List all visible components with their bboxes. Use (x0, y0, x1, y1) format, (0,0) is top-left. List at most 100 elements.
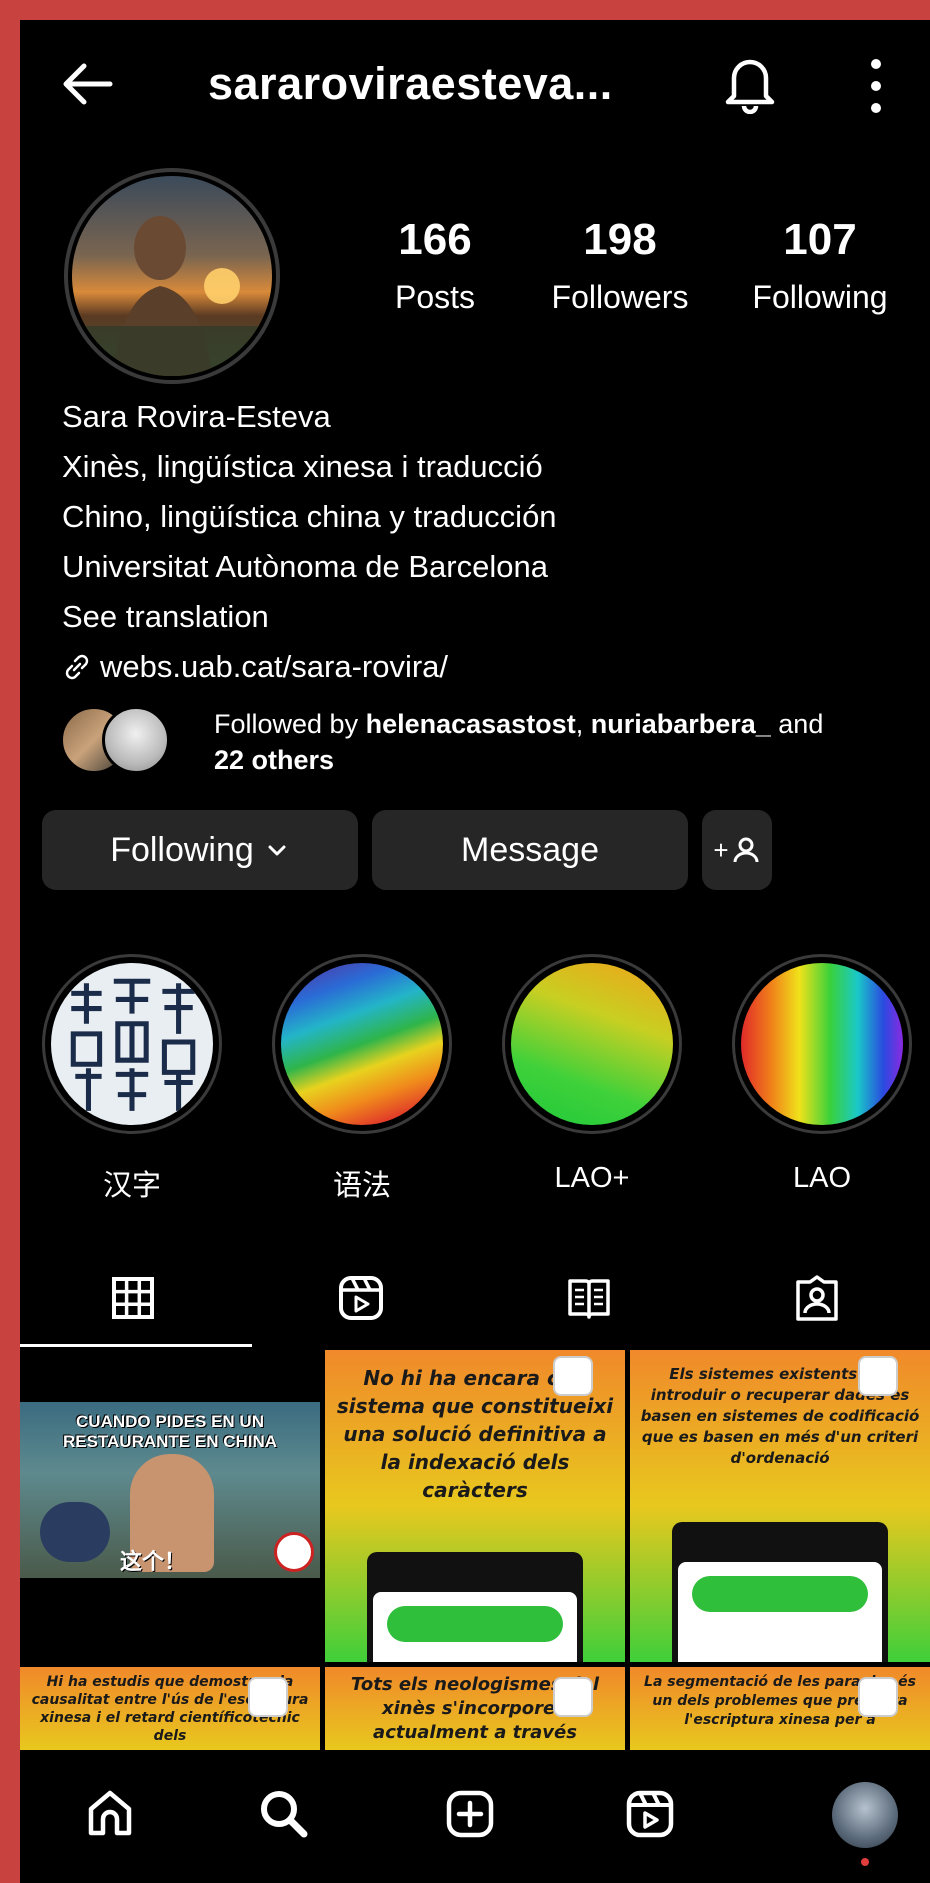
tagged-icon (796, 1275, 838, 1321)
tab-reels[interactable] (248, 1248, 474, 1348)
highlight-lao-plus[interactable]: LAO+ (500, 954, 684, 1195)
tab-guides[interactable] (476, 1248, 702, 1348)
bell-icon[interactable] (720, 50, 780, 114)
meme-top-text: CUANDO PIDES EN UN RESTAURANTE EN CHINA (62, 1412, 278, 1451)
reels-icon (339, 1276, 383, 1320)
stat-following[interactable]: 107 Following (730, 215, 910, 316)
profile-screen: sararoviraesteva... 166 Posts 198 Follow… (20, 20, 930, 1883)
separator: , (575, 709, 591, 739)
add-user-button[interactable]: + (702, 810, 772, 890)
carousel-badge-icon (553, 1356, 593, 1396)
stat-posts[interactable]: 166 Posts (370, 215, 500, 316)
post-tile[interactable]: No hi ha encara cap sistema que constitu… (325, 1350, 625, 1662)
meme-hand (40, 1502, 110, 1562)
message-button-label: Message (461, 830, 599, 869)
phone-mockup (367, 1552, 583, 1662)
phone-mockup (672, 1522, 888, 1662)
create-icon (446, 1790, 494, 1838)
followed-by-text: Followed by helenacasastost, nuriabarber… (214, 706, 914, 778)
post-tile[interactable]: CUANDO PIDES EN UN RESTAURANTE EN CHINA … (20, 1350, 320, 1662)
tab-tagged[interactable] (704, 1248, 930, 1348)
follower-avatar (102, 706, 170, 774)
more-vertical-icon[interactable] (868, 58, 884, 114)
bio-line: Universitat Autònoma de Barcelona (62, 549, 548, 584)
profile-tabs (20, 1248, 930, 1348)
stat-followers[interactable]: 198 Followers (530, 215, 710, 316)
followed-by-prefix: Followed by (214, 709, 366, 739)
others-count: 22 others (214, 745, 335, 775)
post-tile[interactable]: Hi ha estudis que demostren la causalita… (20, 1667, 320, 1750)
search-icon (261, 1791, 308, 1838)
profile-name: Sara Rovira-Esteva (62, 399, 331, 434)
highlight-hanzi[interactable]: 汉字 (40, 954, 224, 1204)
profile-avatar[interactable] (832, 1782, 898, 1848)
mockup-card (678, 1562, 882, 1662)
highlight-grammar[interactable]: 语法 (270, 954, 454, 1204)
posts-count: 166 (398, 215, 472, 264)
bio-line: Xinès, lingüística xinesa i traducció (62, 449, 543, 484)
mutual-follower-1: helenacasastost (365, 709, 576, 739)
website-url: webs.uab.cat/sara-rovira/ (100, 649, 449, 684)
chevron-down-icon (268, 845, 286, 856)
see-translation-link[interactable]: See translation (62, 592, 902, 642)
post-tile[interactable]: Els sistemes existents per introduir o r… (630, 1350, 930, 1662)
arrow-left-icon[interactable] (58, 54, 118, 114)
profile-username: sararoviraesteva... (208, 58, 613, 109)
nav-search[interactable] (244, 1774, 324, 1854)
post-meme-image: CUANDO PIDES EN UN RESTAURANTE EN CHINA … (20, 1402, 320, 1578)
highlight-ring (732, 954, 912, 1134)
highlight-label: LAO (792, 1162, 852, 1194)
panda-icon (274, 1532, 314, 1572)
message-button[interactable]: Message (372, 810, 688, 890)
mockup-card (373, 1592, 577, 1662)
nav-create[interactable] (430, 1774, 510, 1854)
nav-home[interactable] (70, 1774, 150, 1854)
profile-photo (72, 176, 272, 376)
tab-posts[interactable] (20, 1248, 246, 1348)
mockup-pill (387, 1606, 563, 1642)
bio-website-link[interactable]: webs.uab.cat/sara-rovira/ (62, 642, 902, 692)
link-icon (65, 654, 89, 680)
post-tile[interactable]: La segmentació de les paraules és un del… (630, 1667, 930, 1750)
following-label: Following (752, 279, 888, 315)
home-icon (88, 1790, 132, 1836)
seal-image (51, 963, 213, 1125)
following-button-label: Following (110, 830, 254, 869)
following-count: 107 (783, 215, 857, 264)
bio-line: Chino, lingüística china y traducción (62, 499, 557, 534)
carousel-badge-icon (858, 1356, 898, 1396)
highlight-ring (502, 954, 682, 1134)
post-tile[interactable]: Tots els neologismes del xinès s'incorpo… (325, 1667, 625, 1750)
rainbow-image (741, 963, 903, 1125)
carousel-badge-icon (553, 1677, 593, 1717)
profile-avatar[interactable] (64, 168, 280, 384)
mutual-follower-2: nuriabarbera_ (590, 709, 771, 739)
top-bar: sararoviraesteva... (20, 20, 930, 140)
posts-label: Posts (394, 279, 476, 315)
carousel-badge-icon (248, 1677, 288, 1717)
followers-count: 198 (583, 215, 657, 264)
reels-icon (626, 1790, 674, 1838)
followers-label: Followers (551, 279, 689, 315)
posts-grid: CUANDO PIDES EN UN RESTAURANTE EN CHINA … (20, 1350, 930, 1750)
meme-caption: 这个！ (120, 1549, 187, 1574)
notification-dot (861, 1858, 869, 1866)
highlight-label: 语法 (332, 1170, 391, 1202)
guide-icon (568, 1279, 610, 1319)
active-tab-indicator (20, 1344, 252, 1347)
highlight-label: 汉字 (102, 1170, 161, 1202)
grid-icon (112, 1277, 154, 1319)
mockup-pill (692, 1576, 868, 1612)
following-button[interactable]: Following (42, 810, 358, 890)
highlight-label: LAO+ (554, 1162, 630, 1194)
carousel-badge-icon (858, 1677, 898, 1717)
nav-reels[interactable] (610, 1774, 690, 1854)
followed-by[interactable]: Followed by helenacasastost, nuriabarber… (60, 706, 920, 776)
highlight-lao[interactable]: LAO (730, 954, 914, 1195)
highlight-ring (272, 954, 452, 1134)
highlight-ring (42, 954, 222, 1134)
plus-sign: + (713, 834, 729, 865)
bottom-navigation (20, 1750, 930, 1883)
gradient-image (511, 963, 673, 1125)
and-text: and (770, 709, 824, 739)
